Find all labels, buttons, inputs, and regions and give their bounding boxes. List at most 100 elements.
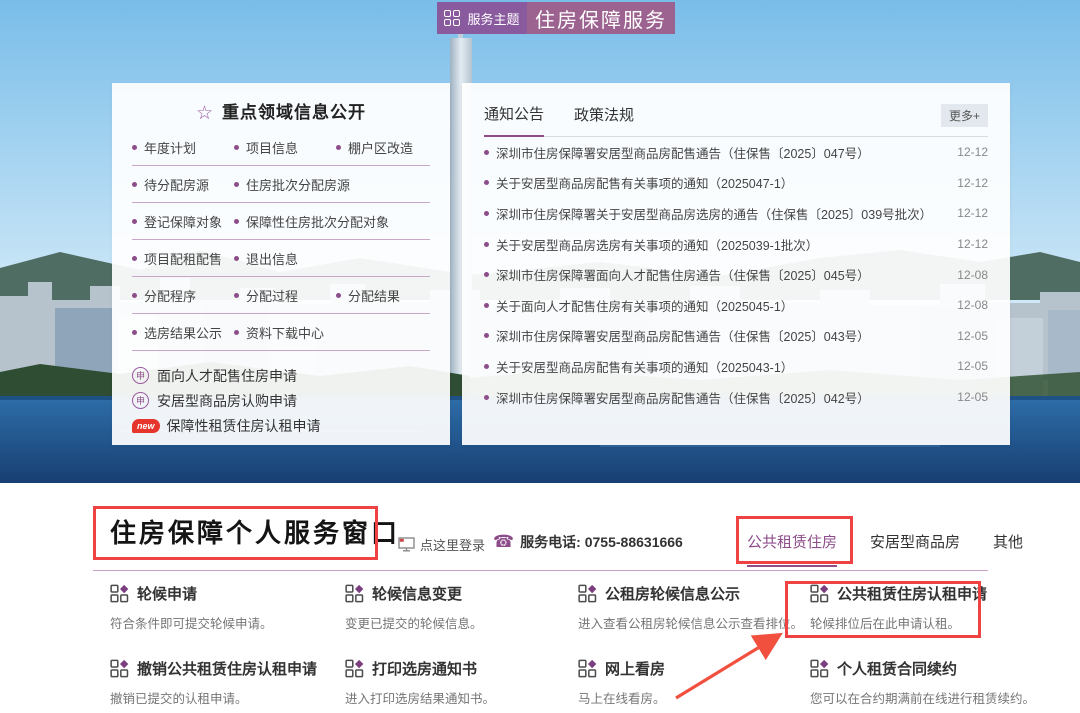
service-section-title: 住房保障个人服务窗口: [110, 513, 400, 550]
service-grid-icon: [578, 659, 597, 678]
service-waitlist-publicity[interactable]: 公租房轮候信息公示 进入查看公租房轮候信息公示查看排位。: [578, 583, 810, 632]
service-grid-icon: [345, 659, 364, 678]
service-cancel-rental-apply[interactable]: 撤销公共租赁住房认租申请 撤销已提交的认租申请。: [110, 658, 345, 707]
service-grid: 轮候申请 符合条件即可提交轮候申请。 轮候信息变更 变更已提交的轮候信息。 公租…: [110, 583, 1002, 707]
service-waitlist-change[interactable]: 轮候信息变更 变更已提交的轮候信息。: [345, 583, 578, 632]
bullet-icon: [234, 256, 239, 261]
bullet-icon: [336, 293, 341, 298]
service-grid-icon: [345, 584, 364, 603]
service-grid-icon: [110, 659, 129, 678]
notice-tabs: 通知公告 政策法规 更多+: [484, 83, 988, 137]
bullet-icon: [234, 293, 239, 298]
apply-rental-housing[interactable]: new 保障性租赁住房认租申请: [132, 413, 430, 438]
bullet-icon: [234, 182, 239, 187]
info-link-row: 选房结果公示 资料下载中心: [132, 314, 430, 351]
service-grid-icon: [810, 584, 829, 603]
link-selection-result[interactable]: 选房结果公示: [132, 323, 232, 342]
link-exit-info[interactable]: 退出信息: [234, 249, 334, 268]
seal-icon: 申: [132, 392, 149, 409]
link-project-info[interactable]: 项目信息: [234, 138, 334, 157]
service-phone: ☎ 服务电话: 0755-88631666: [493, 532, 683, 552]
service-tabs: 公共租赁住房 安居型商品房 其他: [747, 531, 1023, 567]
link-registered-targets[interactable]: 登记保障对象: [132, 212, 232, 231]
notice-item[interactable]: 深圳市住房保障署安居型商品房配售通告（住保售〔2025〕042号）12-05: [484, 382, 988, 413]
link-batch-targets[interactable]: 保障性住房批次分配对象: [234, 212, 389, 231]
page-title: 住房保障服务: [527, 2, 675, 34]
tab-affordable-commodity[interactable]: 安居型商品房: [870, 531, 960, 567]
bullet-icon: [484, 272, 489, 277]
seal-icon: 申: [132, 367, 149, 384]
service-contract-renewal[interactable]: 个人租赁合同续约 您可以在合约期满前在线进行租赁续约。: [810, 658, 1035, 707]
page: 服务主题 住房保障服务 ☆重点领域信息公开 年度计划 项目信息 棚户区改造 待分…: [0, 0, 1080, 713]
link-pending-housing[interactable]: 待分配房源: [132, 175, 232, 194]
new-badge: new: [132, 419, 160, 433]
bullet-icon: [132, 219, 137, 224]
link-batch-housing[interactable]: 住房批次分配房源: [234, 175, 350, 194]
bullet-icon: [234, 219, 239, 224]
apply-links: 申 面向人才配售住房申请 申 安居型商品房认购申请 new 保障性租赁住房认租申…: [132, 363, 430, 438]
tab-public-rental[interactable]: 公共租赁住房: [747, 531, 837, 567]
phone-icon: ☎: [493, 532, 514, 552]
info-link-row: 年度计划 项目信息 棚户区改造: [132, 129, 430, 166]
page-header: 服务主题 住房保障服务: [437, 2, 675, 34]
service-topic-button[interactable]: 服务主题: [437, 2, 527, 34]
star-icon: ☆: [196, 103, 214, 124]
notice-panel: 通知公告 政策法规 更多+ 深圳市住房保障署安居型商品房配售通告（住保售〔202…: [462, 83, 1010, 445]
link-annual-plan[interactable]: 年度计划: [132, 138, 232, 157]
key-info-title: ☆重点领域信息公开: [132, 83, 430, 129]
service-print-notice[interactable]: 打印选房通知书 进入打印选房结果通知书。: [345, 658, 578, 707]
bullet-icon: [132, 182, 137, 187]
tab-notices[interactable]: 通知公告: [484, 103, 544, 137]
notice-item[interactable]: 关于安居型商品房选房有关事项的通知（2025039-1批次）12-12: [484, 229, 988, 260]
service-online-viewing[interactable]: 网上看房 马上在线看房。: [578, 658, 810, 707]
bullet-icon: [484, 333, 489, 338]
notice-item[interactable]: 关于面向人才配售住房有关事项的通知（2025045-1）12-08: [484, 290, 988, 321]
notice-item[interactable]: 深圳市住房保障署安居型商品房配售通告（住保售〔2025〕043号）12-05: [484, 321, 988, 352]
service-rental-apply[interactable]: 公共租赁住房认租申请 轮候排位后在此申请认租。: [810, 583, 1035, 632]
bullet-icon: [484, 303, 489, 308]
info-link-row: 分配程序 分配过程 分配结果: [132, 277, 430, 314]
bullet-icon: [132, 293, 137, 298]
link-allocation-procedure[interactable]: 分配程序: [132, 286, 232, 305]
info-link-row: 登记保障对象 保障性住房批次分配对象: [132, 203, 430, 240]
info-link-row: 待分配房源 住房批次分配房源: [132, 166, 430, 203]
apply-talent-housing[interactable]: 申 面向人才配售住房申请: [132, 363, 430, 388]
bullet-icon: [132, 330, 137, 335]
service-waitlist-apply[interactable]: 轮候申请 符合条件即可提交轮候申请。: [110, 583, 345, 632]
link-shantytown[interactable]: 棚户区改造: [336, 138, 436, 157]
link-project-allocation[interactable]: 项目配租配售: [132, 249, 232, 268]
notice-item[interactable]: 关于安居型商品房配售有关事项的通知（2025043-1）12-05: [484, 351, 988, 382]
tab-other[interactable]: 其他: [993, 531, 1023, 567]
service-topic-label: 服务主题: [467, 9, 519, 28]
bullet-icon: [234, 145, 239, 150]
more-button[interactable]: 更多+: [941, 104, 988, 127]
key-info-panel: ☆重点领域信息公开 年度计划 项目信息 棚户区改造 待分配房源 住房批次分配房源…: [112, 83, 450, 445]
link-allocation-process[interactable]: 分配过程: [234, 286, 334, 305]
bullet-icon: [484, 180, 489, 185]
section-divider: [93, 570, 988, 571]
service-grid-icon: [110, 584, 129, 603]
monitor-icon: [398, 537, 415, 552]
notice-item[interactable]: 关于安居型商品房配售有关事项的通知（2025047-1）12-12: [484, 168, 988, 199]
notice-item[interactable]: 深圳市住房保障署关于安居型商品房选房的通告（住保售〔2025〕039号批次）12…: [484, 198, 988, 229]
notice-item[interactable]: 深圳市住房保障署面向人才配售住房通告（住保售〔2025〕045号）12-08: [484, 259, 988, 290]
apply-affordable-housing[interactable]: 申 安居型商品房认购申请: [132, 388, 430, 413]
bullet-icon: [484, 242, 489, 247]
bullet-icon: [484, 364, 489, 369]
personal-service-section: 住房保障个人服务窗口 点这里登录 ☎ 服务电话: 0755-88631666 公…: [0, 483, 1080, 713]
bullet-icon: [336, 145, 341, 150]
notice-list: 深圳市住房保障署安居型商品房配售通告（住保售〔2025〕047号）12-12 关…: [484, 137, 988, 412]
bullet-icon: [484, 395, 489, 400]
bullet-icon: [132, 145, 137, 150]
login-link[interactable]: 点这里登录: [398, 535, 485, 554]
bullet-icon: [484, 150, 489, 155]
notice-item[interactable]: 深圳市住房保障署安居型商品房配售通告（住保售〔2025〕047号）12-12: [484, 137, 988, 168]
bullet-icon: [484, 211, 489, 216]
link-allocation-result[interactable]: 分配结果: [336, 286, 436, 305]
link-download-center[interactable]: 资料下载中心: [234, 323, 334, 342]
service-grid-icon: [578, 584, 597, 603]
tab-policies[interactable]: 政策法规: [574, 104, 634, 136]
grid-menu-icon: [444, 10, 460, 26]
info-link-row: 项目配租配售 退出信息: [132, 240, 430, 277]
bullet-icon: [234, 330, 239, 335]
